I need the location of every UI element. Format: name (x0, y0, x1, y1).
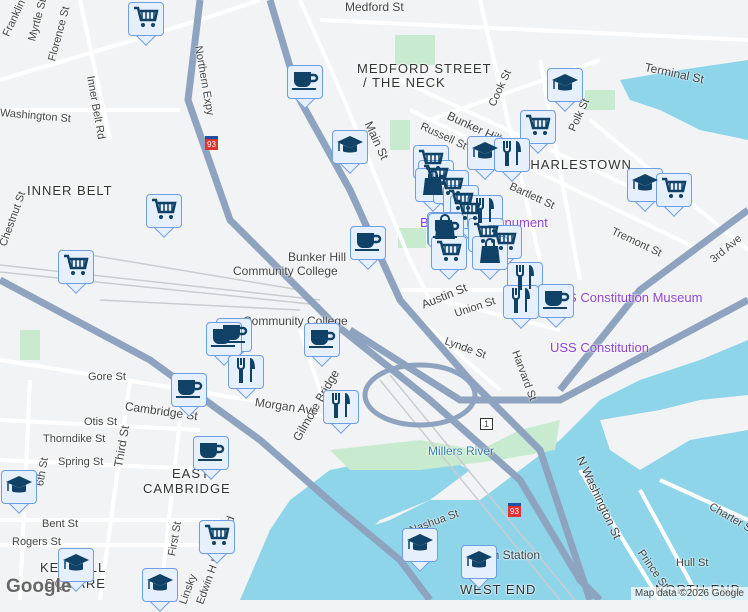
marker-box (171, 373, 207, 407)
google-logo: Google (6, 576, 72, 597)
school-icon (406, 532, 434, 559)
map-marker-school[interactable] (461, 545, 497, 589)
map-marker-cart[interactable] (199, 520, 235, 564)
grocery-cart-icon (133, 5, 159, 34)
map-marker-fork[interactable] (323, 390, 359, 434)
marker-box (304, 323, 340, 357)
area-label: / THE NECK (363, 75, 446, 90)
map-marker-cup[interactable] (304, 323, 340, 367)
marker-box (332, 130, 368, 164)
map-attribution[interactable]: Map data ©2026 Google (630, 587, 748, 600)
map-marker-school[interactable] (332, 130, 368, 174)
school-icon (631, 172, 659, 199)
marker-box (193, 436, 229, 470)
map-marker-cup[interactable] (193, 436, 229, 480)
marker-box (503, 285, 539, 319)
map-marker-cart[interactable] (128, 2, 164, 46)
marker-box (350, 226, 386, 260)
area-label: CAMBRIDGE (143, 481, 231, 496)
restaurant-icon (235, 357, 257, 388)
marker-box (146, 194, 182, 228)
school-icon (5, 474, 33, 501)
coffee-cup-icon (175, 377, 203, 404)
coffee-cup-icon (291, 69, 319, 96)
shopping-bag-icon (478, 237, 502, 269)
map-marker-cart[interactable] (431, 236, 467, 280)
marker-box (547, 68, 583, 102)
map-marker-cart[interactable] (146, 194, 182, 238)
street-label: Bent St (42, 518, 79, 530)
interstate-shield-icon: 93 (508, 503, 521, 517)
marker-box (461, 545, 497, 579)
street-label: Rogers St (12, 536, 61, 548)
us-route-shield-icon: 1 (480, 418, 494, 430)
street-label: Otis St (84, 416, 118, 428)
marker-box (142, 568, 178, 602)
marker-box (538, 284, 574, 318)
poi-label[interactable]: Bunker Hill (288, 250, 346, 264)
map-marker-cart[interactable] (656, 173, 692, 217)
grocery-cart-icon (63, 253, 89, 282)
marker-box (199, 520, 235, 554)
map-marker-cup[interactable] (287, 65, 323, 109)
school-icon (551, 72, 579, 99)
park (390, 120, 410, 150)
map-marker-cup[interactable] (538, 284, 574, 328)
poi-label[interactable]: Community College (233, 264, 338, 278)
street-label: Gore St (88, 371, 126, 383)
street-label: Spring St (58, 456, 104, 468)
marker-box (402, 528, 438, 562)
marker-box (206, 322, 242, 356)
street-label: Thorndike St (43, 433, 106, 445)
interstate-shield-icon: 93 (205, 136, 218, 150)
coffee-cup-icon (542, 288, 570, 315)
coffee-cup-icon (210, 326, 238, 353)
marker-box (431, 236, 467, 270)
map-marker-cup[interactable] (171, 373, 207, 417)
marker-box (1, 470, 37, 504)
marker-box (228, 355, 264, 389)
coffee-cup-icon (308, 327, 336, 354)
restaurant-icon (510, 287, 532, 318)
school-icon (336, 134, 364, 161)
street-label: Hull St (676, 557, 709, 569)
map-marker-cart[interactable] (58, 250, 94, 294)
marker-box (494, 138, 530, 172)
grocery-cart-icon (436, 239, 462, 268)
coffee-cup-icon (354, 230, 382, 257)
marker-box (656, 173, 692, 207)
park (20, 330, 40, 360)
grocery-cart-icon (204, 523, 230, 552)
school-icon (62, 552, 90, 579)
coffee-cup-icon (197, 440, 225, 467)
marker-box (287, 65, 323, 99)
area-label: MEDFORD STREET (357, 61, 492, 76)
restaurant-icon (330, 392, 352, 423)
map-marker-school[interactable] (1, 470, 37, 514)
map-marker-cup[interactable] (350, 226, 386, 270)
area-label: INNER BELT (27, 183, 113, 198)
restaurant-icon (501, 140, 523, 171)
marker-box (323, 390, 359, 424)
grocery-cart-icon (661, 176, 687, 205)
water-label: Millers River (428, 444, 494, 458)
map-marker-fork[interactable] (228, 355, 264, 399)
area-label: CHARLESTOWN (520, 157, 632, 172)
marker-box (128, 2, 164, 36)
school-icon (465, 549, 493, 576)
map-marker-school[interactable] (402, 528, 438, 572)
poi-label[interactable]: USS Constitution (550, 340, 649, 355)
marker-box (58, 250, 94, 284)
school-icon (146, 572, 174, 599)
map-marker-school[interactable] (547, 68, 583, 112)
map-marker-school[interactable] (142, 568, 178, 612)
grocery-cart-icon (151, 197, 177, 226)
map-marker-fork[interactable] (494, 138, 530, 182)
map-marker-fork[interactable] (503, 285, 539, 329)
street-label: Medford St (345, 0, 404, 14)
